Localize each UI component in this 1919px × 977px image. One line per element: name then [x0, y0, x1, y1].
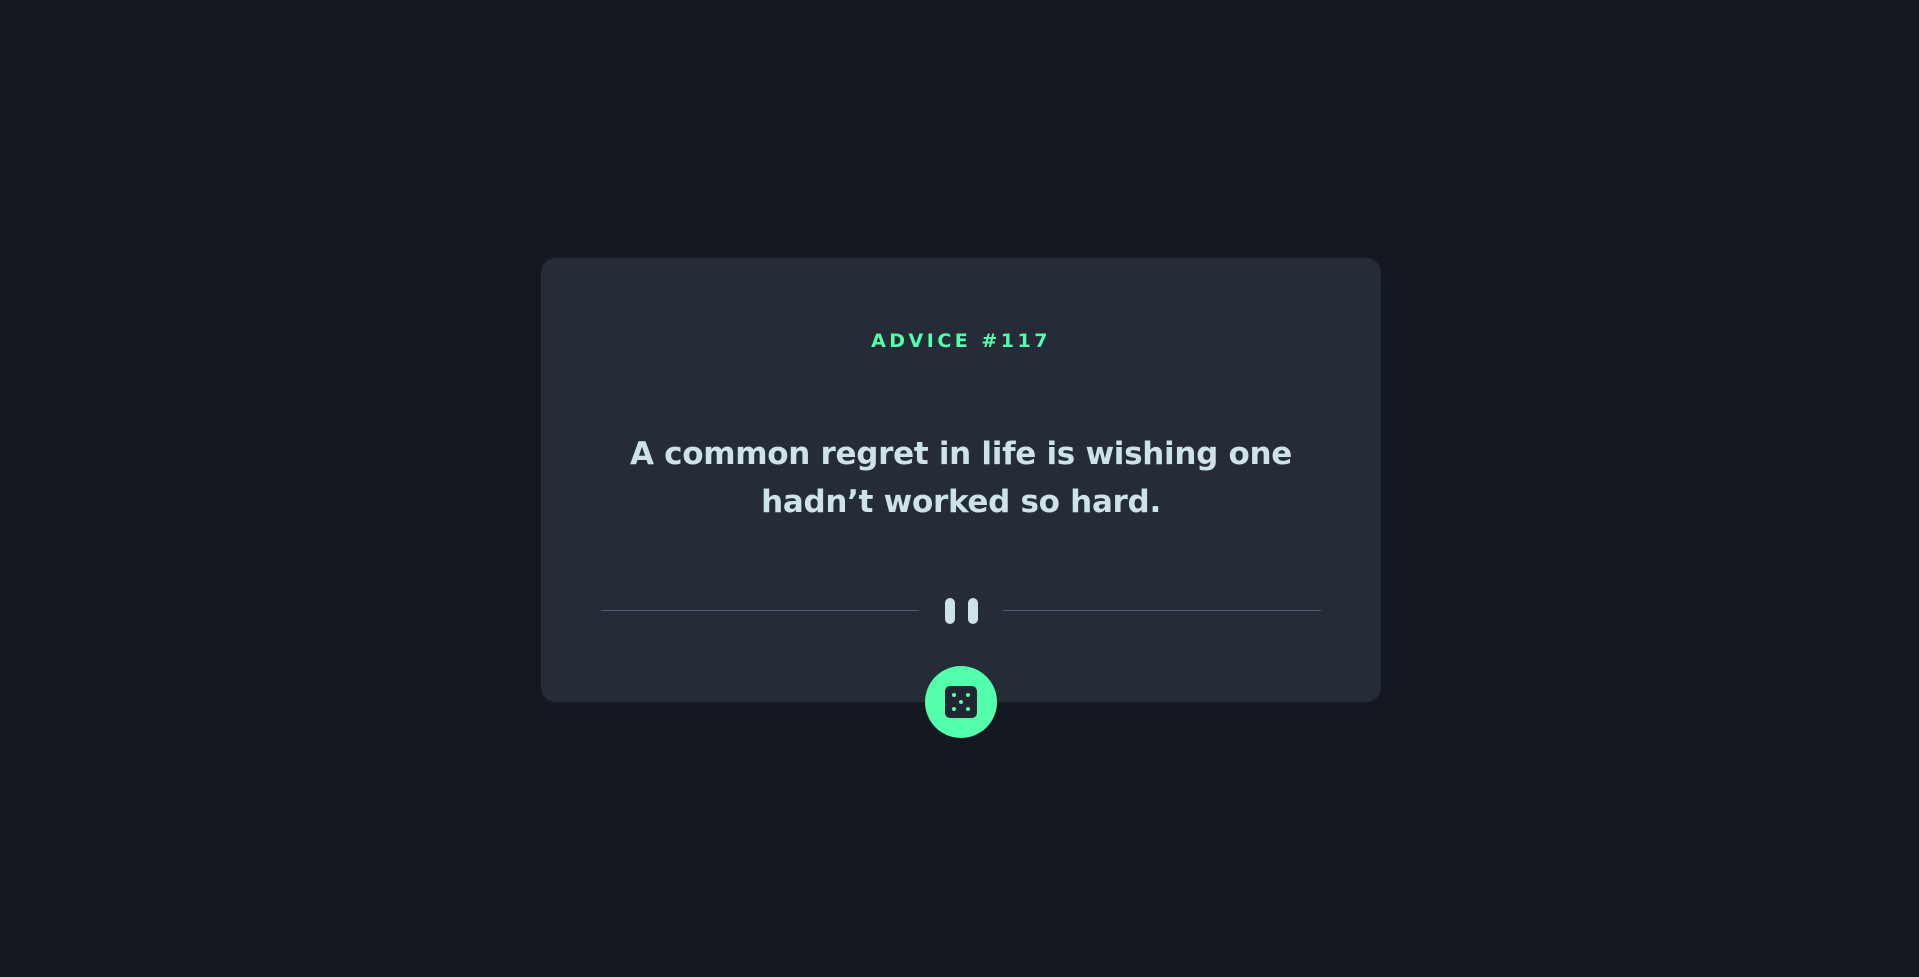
pause-bar-right — [968, 598, 978, 624]
generate-advice-button[interactable] — [925, 666, 997, 738]
divider-line-right — [1003, 610, 1321, 611]
advice-number: ADVICE #117 — [871, 330, 1051, 352]
advice-card: ADVICE #117 A common regret in life is w… — [541, 258, 1381, 702]
dice-icon — [945, 686, 977, 718]
pattern-divider — [601, 596, 1321, 626]
pause-bar-left — [945, 598, 955, 624]
pause-divider-icon — [945, 596, 979, 626]
advice-quote: A common regret in life is wishing one h… — [629, 436, 1293, 520]
divider-line-left — [601, 610, 919, 611]
